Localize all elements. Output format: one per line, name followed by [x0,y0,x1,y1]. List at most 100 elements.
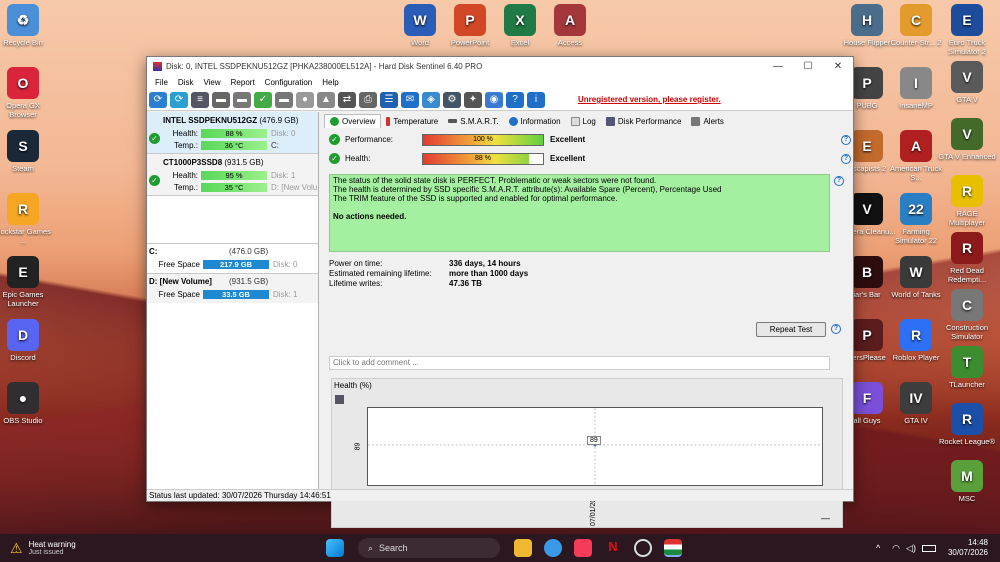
desktop-icon[interactable]: A Access [541,4,599,47]
disk-temp-icon[interactable]: ▬ [233,91,251,108]
weather-widget[interactable]: ⚠ Heat warning Just issued [0,540,320,557]
desktop-icon[interactable]: M MSC [938,460,996,503]
start-icon[interactable] [326,539,344,557]
clock[interactable]: 14:48 30/07/2026 [948,538,988,558]
desktop-icon-label: Counter-Str... 2 [890,38,942,47]
desktop-icon[interactable]: R Rocket League® [938,403,996,446]
desktop-icon[interactable]: E Epic Games Launcher [0,256,52,308]
report-icon[interactable]: ☰ [380,91,398,108]
desktop-icon[interactable]: ● OBS Studio [0,382,52,425]
desktop-icon[interactable]: ♻ Recycle Bin [0,4,52,47]
tools-icon[interactable]: ✦ [464,91,482,108]
disk-search-icon[interactable]: ▬ [275,91,293,108]
screenshot-icon[interactable]: ◉ [485,91,503,108]
chatgpt-icon[interactable] [634,539,652,557]
volume-item[interactable]: D: [New Volume] (931.5 GB) Free Space 33.5… [147,273,318,303]
app-icon: D [7,319,39,351]
tab-label: Temperature [393,116,439,126]
tab-smart[interactable]: S.M.A.R.T. [443,114,503,128]
desktop-icon[interactable]: V GTA V [938,61,996,104]
disk-id: Disk: 1 [273,289,298,299]
desktop-icon[interactable]: V GTA V Enhanced [938,118,996,161]
close-button[interactable]: ✕ [823,61,853,72]
volume-icon[interactable]: ◁) [906,543,916,554]
help-icon[interactable]: ? [841,153,851,164]
disk-ok-icon[interactable]: ✓ [254,91,272,108]
disk-item[interactable]: INTEL SSDPEKNU512GZ (476.9 GB) ✓ Health:… [147,112,318,154]
tab-temperature[interactable]: Temperature [381,114,443,128]
desktop-icon[interactable]: R Rockstar Games ... [0,193,52,245]
network-icon[interactable]: ⇄ [338,91,356,108]
comment-field[interactable]: Click to add comment ... [329,356,830,370]
desktop-icon[interactable]: D Discord [0,319,52,362]
help-icon[interactable]: ? [831,324,841,334]
disk-item[interactable]: CT1000P3SSD8 (931.5 GB) ✓ Health: 95 % Dis… [147,154,318,196]
music-icon[interactable] [574,539,592,557]
search-box[interactable]: ⌕ Search [358,538,500,558]
resize-grip[interactable]: — [821,513,830,523]
tab-overview[interactable]: Overview [324,114,382,128]
minimize-button[interactable]: — [763,61,793,72]
menu-item-help[interactable]: Help [317,78,343,87]
disk-gray-icon[interactable]: ● [296,91,314,108]
web-report-icon[interactable]: ◈ [422,91,440,108]
desktop-icon[interactable]: E Euro Truck Simulator 2 [938,4,996,56]
cloud-icon[interactable] [544,539,562,557]
menu-item-file[interactable]: File [150,78,173,87]
help-icon[interactable]: ? [506,91,524,108]
menu-item-view[interactable]: View [198,78,225,87]
tab-log[interactable]: Log [566,114,601,128]
help-icon[interactable]: ? [834,176,844,186]
desktop-icon[interactable]: T TLauncher [938,346,996,389]
desktop-icon[interactable]: IV GTA IV [887,382,945,425]
tab-alerts[interactable]: Alerts [686,114,728,128]
desktop-icon[interactable]: A American Truck S... [887,130,945,182]
app-icon: V [951,61,983,93]
desktop-icon[interactable]: I InsaneMP [887,67,945,110]
desktop-icon[interactable]: R Roblox Player [887,319,945,362]
desktop-icon[interactable]: 22 Farming Simulator 22 [887,193,945,245]
battery-icon[interactable] [921,544,936,552]
menu-item-configuration[interactable]: Configuration [260,78,318,87]
app-icon: IV [900,382,932,414]
title-bar[interactable]: Disk: 0, INTEL SSDPEKNU512GZ [PHKA238000… [147,57,853,76]
disk-list-icon[interactable]: ≡ [191,91,209,108]
chevron-up-icon[interactable]: ^ [876,543,880,553]
health-value: 95 % [225,170,243,180]
desktop-icon[interactable]: S Steam [0,130,52,173]
desktop-icon[interactable]: R Red Dead Redempti... [938,232,996,284]
help-icon[interactable]: ? [841,134,851,145]
wifi-icon[interactable]: ◠ [892,543,900,554]
desktop-icon-label: Red Dead Redempti... [947,266,987,284]
save-icon[interactable] [335,395,344,404]
print-icon[interactable]: ⎙ [359,91,377,108]
volume-item[interactable]: C: (476.0 GB) Free Space 217.9 GB Disk: 0 [147,243,318,273]
settings-icon[interactable]: ⚙ [443,91,461,108]
netflix-icon[interactable]: N [604,539,622,557]
tab-information[interactable]: Information [504,114,566,128]
maximize-button[interactable]: ☐ [793,61,823,72]
unregistered-link[interactable]: Unregistered version, please register. [578,95,721,104]
refresh-icon[interactable]: ⟳ [149,91,167,108]
info-icon[interactable]: i [527,91,545,108]
desktop-icon[interactable]: R RAGE Multiplayer [938,175,996,227]
app-icon: P [851,67,883,99]
clock-time: 14:48 [967,538,988,547]
hdsentinel-taskbar-icon[interactable] [664,539,682,557]
menu-item-report[interactable]: Report [226,78,260,87]
repeat-test-button[interactable]: Repeat Test [756,322,826,337]
tab-label: Disk Performance [617,116,682,126]
disk-icon[interactable]: ▬ [212,91,230,108]
desktop-icon[interactable]: W World of Tanks [887,256,945,299]
volume-name: C: [149,247,158,256]
eject-icon[interactable]: ▲ [317,91,335,108]
performance-bar: 100 % [422,133,544,146]
file-explorer-icon[interactable] [514,539,532,557]
menu-item-disk[interactable]: Disk [173,78,199,87]
mail-icon[interactable]: ✉ [401,91,419,108]
refresh-all-icon[interactable]: ⟳ [170,91,188,108]
desktop-icon[interactable]: C Construction Simulator [938,289,996,341]
tab-disk-performance[interactable]: Disk Performance [601,114,687,128]
desktop-icon[interactable]: C Counter-Str... 2 [887,4,945,47]
desktop-icon[interactable]: O Opera GX Browser [0,67,52,119]
